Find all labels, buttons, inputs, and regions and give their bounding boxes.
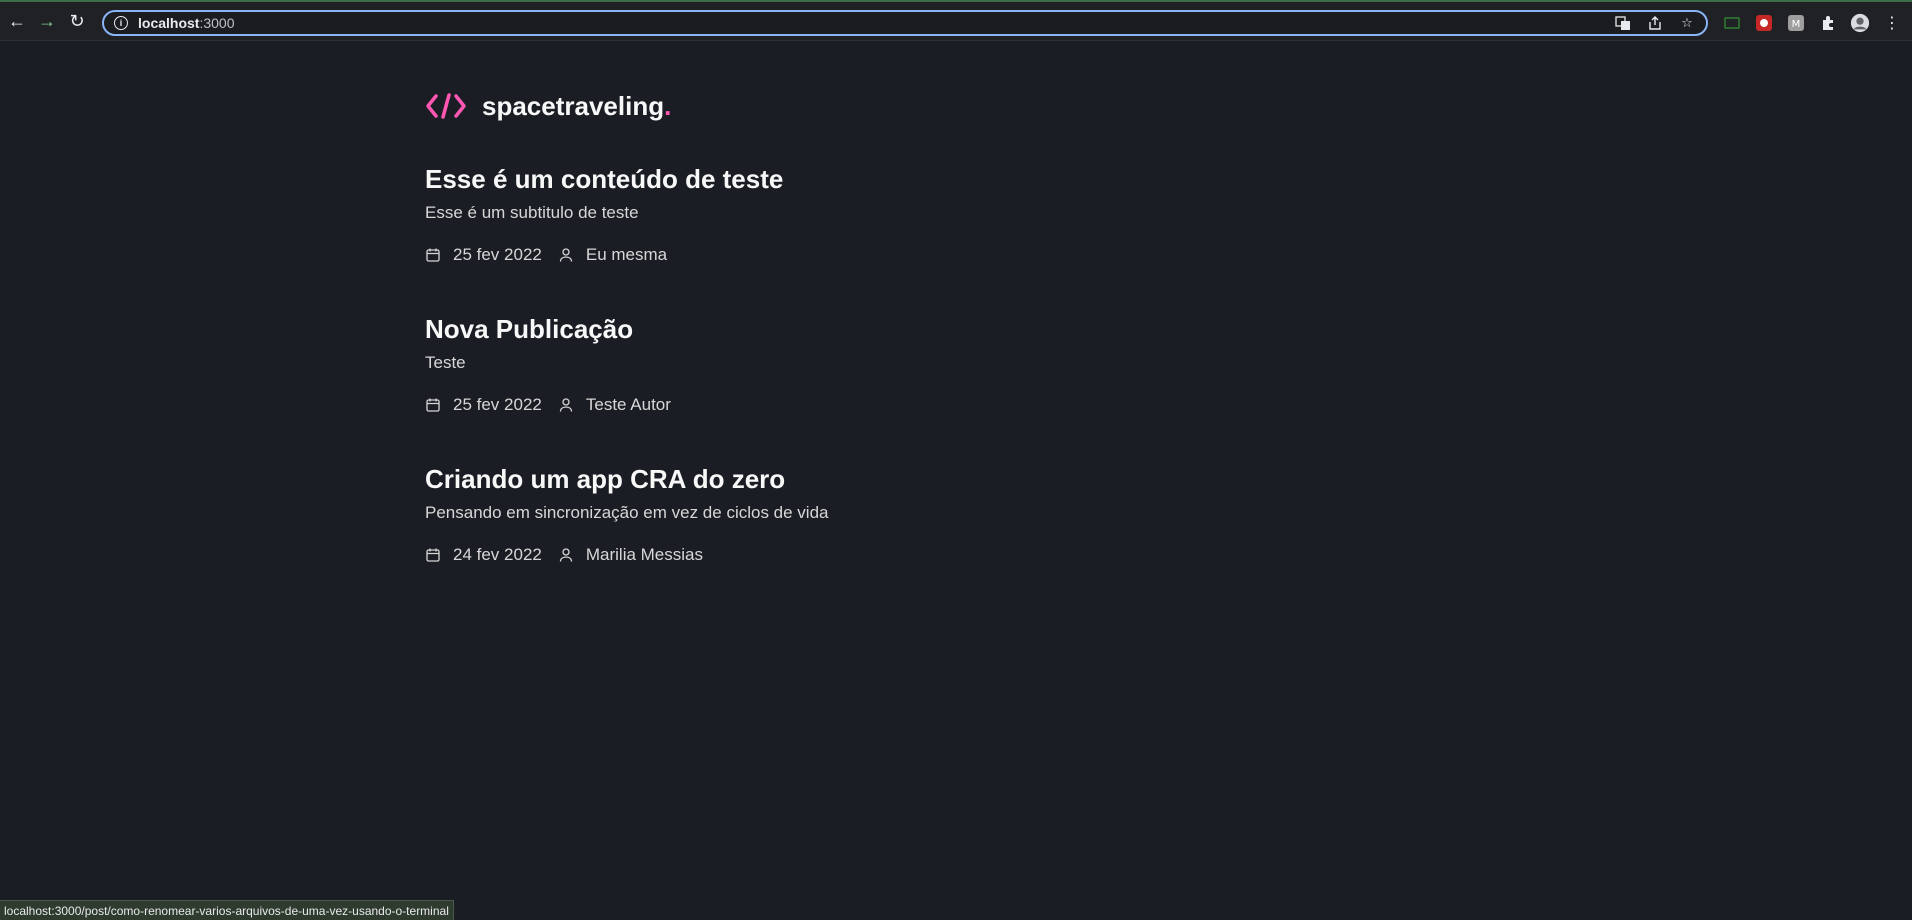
user-icon xyxy=(559,248,573,262)
address-bar[interactable]: i localhost:3000 ☆ xyxy=(102,10,1708,36)
share-icon[interactable] xyxy=(1646,14,1664,32)
link-status-bar: localhost:3000/post/como-renomear-varios… xyxy=(0,900,454,920)
calendar-icon xyxy=(426,398,440,412)
calendar-icon xyxy=(426,248,440,262)
post-title[interactable]: Nova Publicação xyxy=(425,312,1145,346)
content-container: spacetraveling. Esse é um conteúdo de te… xyxy=(425,41,1145,566)
post-date: 25 fev 2022 xyxy=(425,245,542,265)
logo-dot: . xyxy=(664,90,672,121)
omnibox-actions: ☆ xyxy=(1614,14,1696,32)
url-port: :3000 xyxy=(199,15,235,31)
post-date-text: 25 fev 2022 xyxy=(453,245,542,264)
post-date: 25 fev 2022 xyxy=(425,395,542,415)
extension-red-icon[interactable] xyxy=(1754,13,1774,33)
url-text: localhost:3000 xyxy=(138,15,235,31)
logo-text: spacetraveling. xyxy=(482,91,671,122)
post-author: Eu mesma xyxy=(558,245,667,265)
menu-kebab-icon[interactable]: ⋮ xyxy=(1882,13,1902,33)
post-author: Marilia Messias xyxy=(558,545,703,565)
url-host: localhost xyxy=(138,15,200,31)
post-date-text: 25 fev 2022 xyxy=(453,395,542,414)
post-subtitle: Teste xyxy=(425,353,466,372)
puzzle-icon[interactable] xyxy=(1818,13,1838,33)
translate-icon[interactable] xyxy=(1614,14,1632,32)
post-item[interactable]: Criando um app CRA do zero Pensando em s… xyxy=(425,462,1145,566)
post-author-text: Marilia Messias xyxy=(585,545,703,564)
post-author-text: Teste Autor xyxy=(585,395,671,414)
post-subtitle: Esse é um subtitulo de teste xyxy=(425,203,639,222)
page: spacetraveling. Esse é um conteúdo de te… xyxy=(0,41,1912,920)
user-icon xyxy=(559,548,573,562)
post-meta: 25 fev 2022 Teste Autor xyxy=(425,394,1145,416)
post-meta: 25 fev 2022 Eu mesma xyxy=(425,244,1145,266)
post-author: Teste Autor xyxy=(558,395,671,415)
reload-button[interactable]: ↻ xyxy=(62,6,92,36)
extension-m-icon[interactable]: M xyxy=(1786,13,1806,33)
calendar-icon xyxy=(426,548,440,562)
post-date-text: 24 fev 2022 xyxy=(453,545,542,564)
post-meta: 24 fev 2022 Marilia Messias xyxy=(425,544,1145,566)
post-subtitle: Pensando em sincronização em vez de cicl… xyxy=(425,503,829,522)
user-icon xyxy=(559,398,573,412)
back-button[interactable]: ← xyxy=(2,6,32,36)
code-brackets-icon xyxy=(426,93,466,119)
extension-green-icon[interactable] xyxy=(1722,13,1742,33)
post-author-text: Eu mesma xyxy=(585,245,668,264)
browser-toolbar: ← → ↻ i localhost:3000 ☆ M ⋮ xyxy=(0,0,1912,41)
extensions-bar: M ⋮ xyxy=(1722,8,1912,38)
site-logo[interactable]: spacetraveling. xyxy=(425,86,1145,126)
post-title[interactable]: Criando um app CRA do zero xyxy=(425,462,1145,496)
profile-avatar-icon[interactable] xyxy=(1850,13,1870,33)
info-icon[interactable]: i xyxy=(114,16,128,30)
post-item[interactable]: Nova Publicação Teste 25 fev 2022 Teste … xyxy=(425,312,1145,416)
post-title[interactable]: Esse é um conteúdo de teste xyxy=(425,162,1145,196)
svg-text:M: M xyxy=(1792,19,1801,30)
logo-name: spacetraveling xyxy=(482,90,665,121)
forward-button[interactable]: → xyxy=(32,6,62,36)
post-item[interactable]: Esse é um conteúdo de teste Esse é um su… xyxy=(425,162,1145,266)
bookmark-star-icon[interactable]: ☆ xyxy=(1678,14,1696,32)
post-date: 24 fev 2022 xyxy=(425,545,542,565)
